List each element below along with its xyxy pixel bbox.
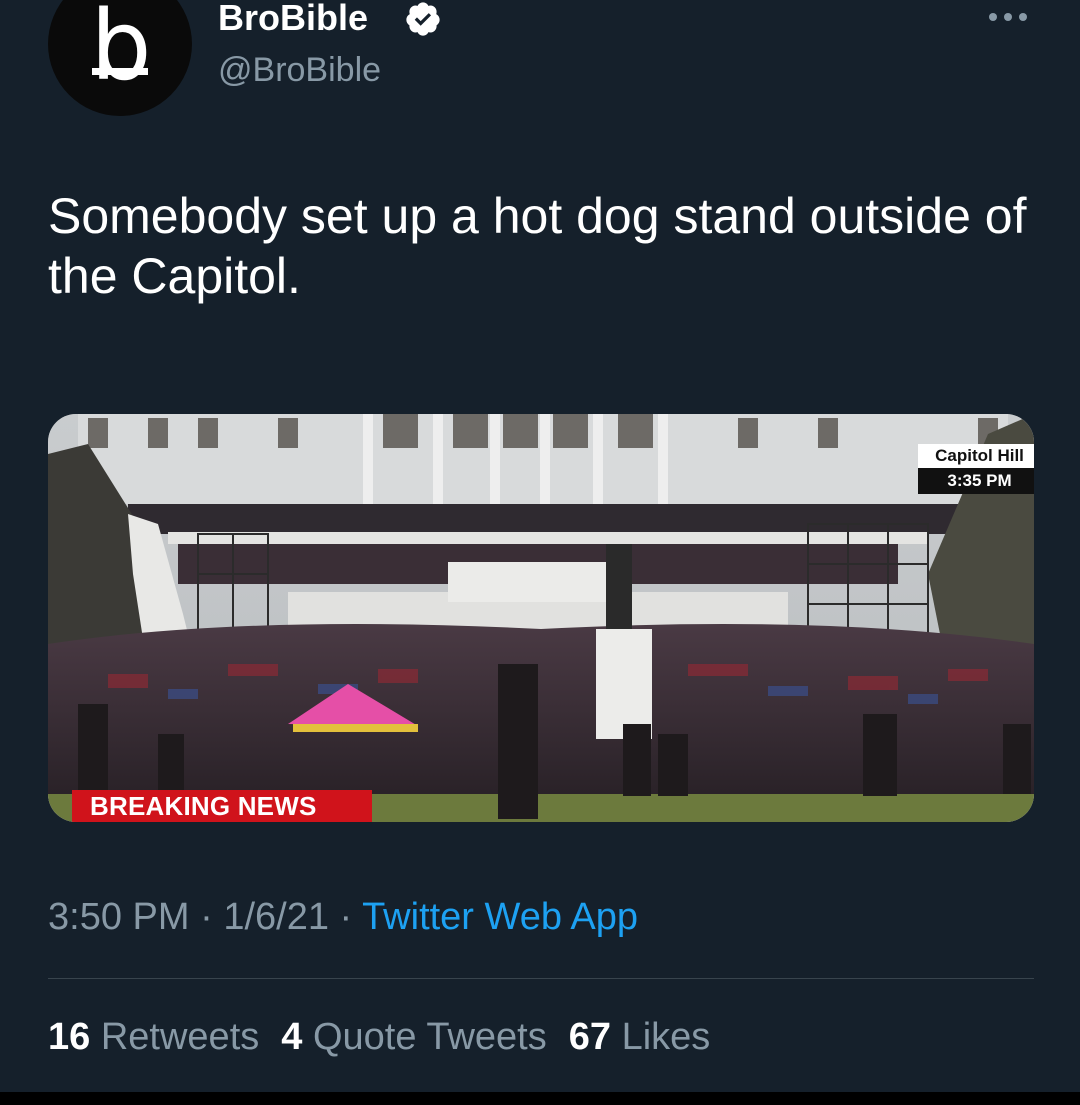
more-options-icon[interactable] <box>986 10 1030 24</box>
avatar-letter: b <box>90 0 152 102</box>
tweet-date[interactable]: 1/6/21 <box>223 896 329 938</box>
chyron-location: Capitol Hill <box>918 444 1034 468</box>
meta-separator: · <box>189 896 224 938</box>
user-handle[interactable]: @BroBible <box>218 50 381 90</box>
likes-count: 67 <box>568 1016 612 1058</box>
bottom-edge <box>0 1092 1080 1105</box>
retweets-label: Retweets <box>100 1016 260 1058</box>
quote-tweets-stat[interactable]: 4 Quote Tweets <box>281 1016 546 1058</box>
likes-stat[interactable]: 67 Likes <box>569 1016 711 1058</box>
chyron-time: 3:35 PM <box>918 468 1034 494</box>
meta-separator: · <box>328 896 363 938</box>
location-chyron: Capitol Hill 3:35 PM <box>918 444 1034 494</box>
quote-tweets-label: Quote Tweets <box>312 1016 547 1058</box>
quote-tweets-count: 4 <box>281 1016 303 1058</box>
breaking-news-banner: BREAKING NEWS <box>72 790 372 822</box>
news-photo-capitol <box>48 414 1034 822</box>
tweet-media-image[interactable]: Capitol Hill 3:35 PM BREAKING NEWS <box>48 414 1034 822</box>
verified-badge-icon <box>406 2 440 36</box>
tweet-source-link[interactable]: Twitter Web App <box>362 896 638 938</box>
retweets-count: 16 <box>48 1016 91 1058</box>
display-name[interactable]: BroBible <box>218 0 368 38</box>
likes-label: Likes <box>621 1016 711 1058</box>
avatar-underline <box>92 68 148 75</box>
tweet-stats: 16 Retweets 4 Quote Tweets 67 Likes <box>48 1014 732 1060</box>
avatar[interactable]: b <box>48 0 192 116</box>
retweets-stat[interactable]: 16 Retweets <box>48 1016 259 1058</box>
divider <box>48 978 1034 979</box>
tweet-meta: 3:50 PM · 1/6/21 · Twitter Web App <box>48 894 638 940</box>
tweet-time[interactable]: 3:50 PM <box>48 896 190 938</box>
tweet-text: Somebody set up a hot dog stand outside … <box>48 188 1027 304</box>
tweet-detail-view: b BroBible @BroBible Somebody set up a h… <box>0 0 1080 1105</box>
